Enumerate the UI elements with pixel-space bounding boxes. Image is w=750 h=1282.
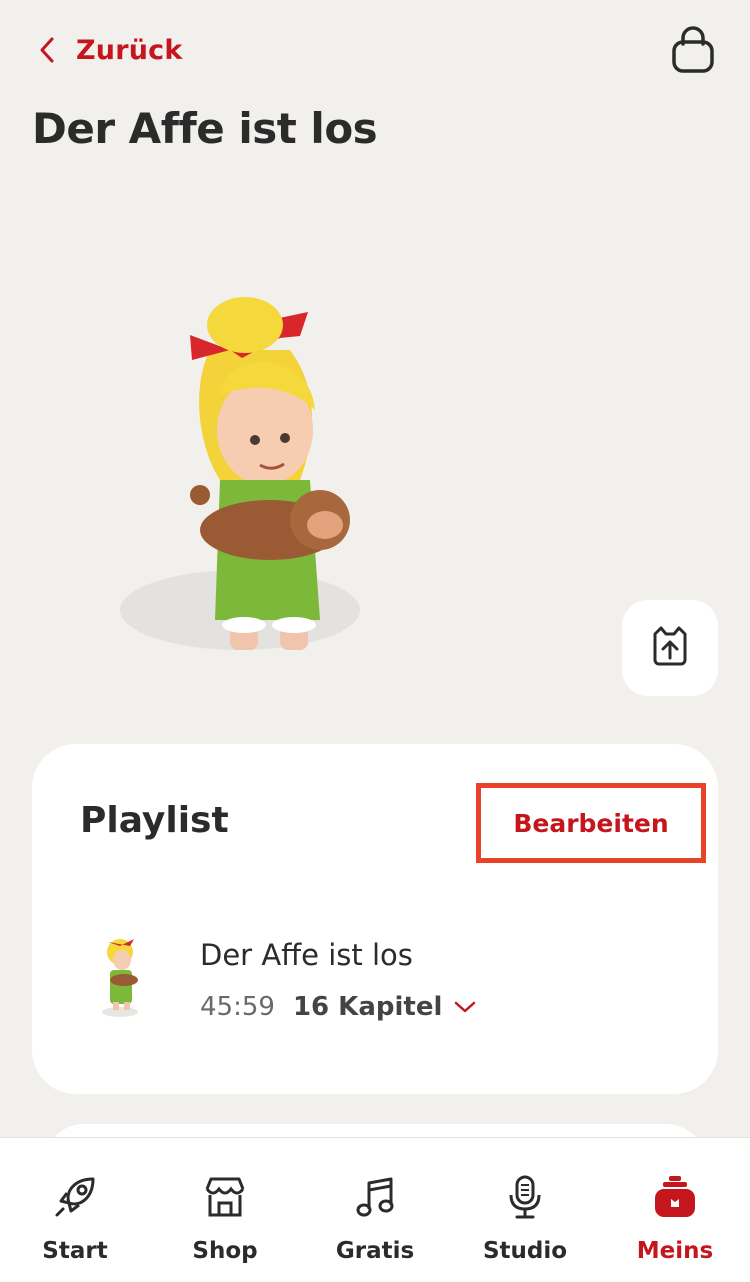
top-bar: Zurück	[0, 0, 750, 100]
tab-label: Meins	[636, 1238, 714, 1264]
track-name: Der Affe ist los	[200, 938, 413, 972]
edit-playlist-button[interactable]: Bearbeiten	[476, 783, 706, 863]
back-label: Zurück	[76, 34, 183, 66]
track-meta: 45:59 16 Kapitel	[200, 992, 476, 1022]
tab-label: Shop	[192, 1238, 258, 1264]
back-button[interactable]: Zurück	[34, 32, 183, 68]
playlist-title: Playlist	[80, 800, 229, 841]
chapters-toggle[interactable]: 16 Kapitel	[293, 992, 476, 1022]
tab-meins[interactable]: Meins	[600, 1138, 750, 1282]
tab-gratis[interactable]: Gratis	[300, 1138, 450, 1282]
tab-studio[interactable]: Studio	[450, 1138, 600, 1282]
tab-shop[interactable]: Shop	[150, 1138, 300, 1282]
page-title: Der Affe ist los	[32, 104, 378, 153]
track-duration: 45:59	[200, 992, 275, 1022]
playlist-card: Playlist Bearbeiten Der Affe ist los 45:…	[32, 744, 718, 1094]
bottom-tab-bar: Start Shop Gratis Studio Meins	[0, 1137, 750, 1282]
store-icon	[198, 1170, 252, 1224]
tab-label: Studio	[482, 1238, 568, 1264]
tonie-figure-image	[120, 280, 400, 680]
microphone-icon	[498, 1170, 552, 1224]
playlist-track[interactable]: Der Affe ist los 45:59 16 Kapitel	[88, 934, 688, 1024]
track-chapters: 16 Kapitel	[292, 992, 443, 1022]
tab-label: Start	[42, 1238, 108, 1264]
music-note-icon	[348, 1170, 402, 1224]
tab-label: Gratis	[335, 1238, 415, 1264]
toniebox-icon	[648, 1170, 702, 1224]
box-upload-icon	[650, 624, 690, 672]
chevron-down-icon	[455, 1001, 476, 1013]
track-thumbnail	[100, 934, 144, 1018]
chevron-left-icon	[34, 32, 60, 68]
rocket-icon	[48, 1170, 102, 1224]
upload-to-box-button[interactable]	[622, 600, 718, 696]
shopping-bag-icon[interactable]	[670, 26, 716, 74]
tab-start[interactable]: Start	[0, 1138, 150, 1282]
